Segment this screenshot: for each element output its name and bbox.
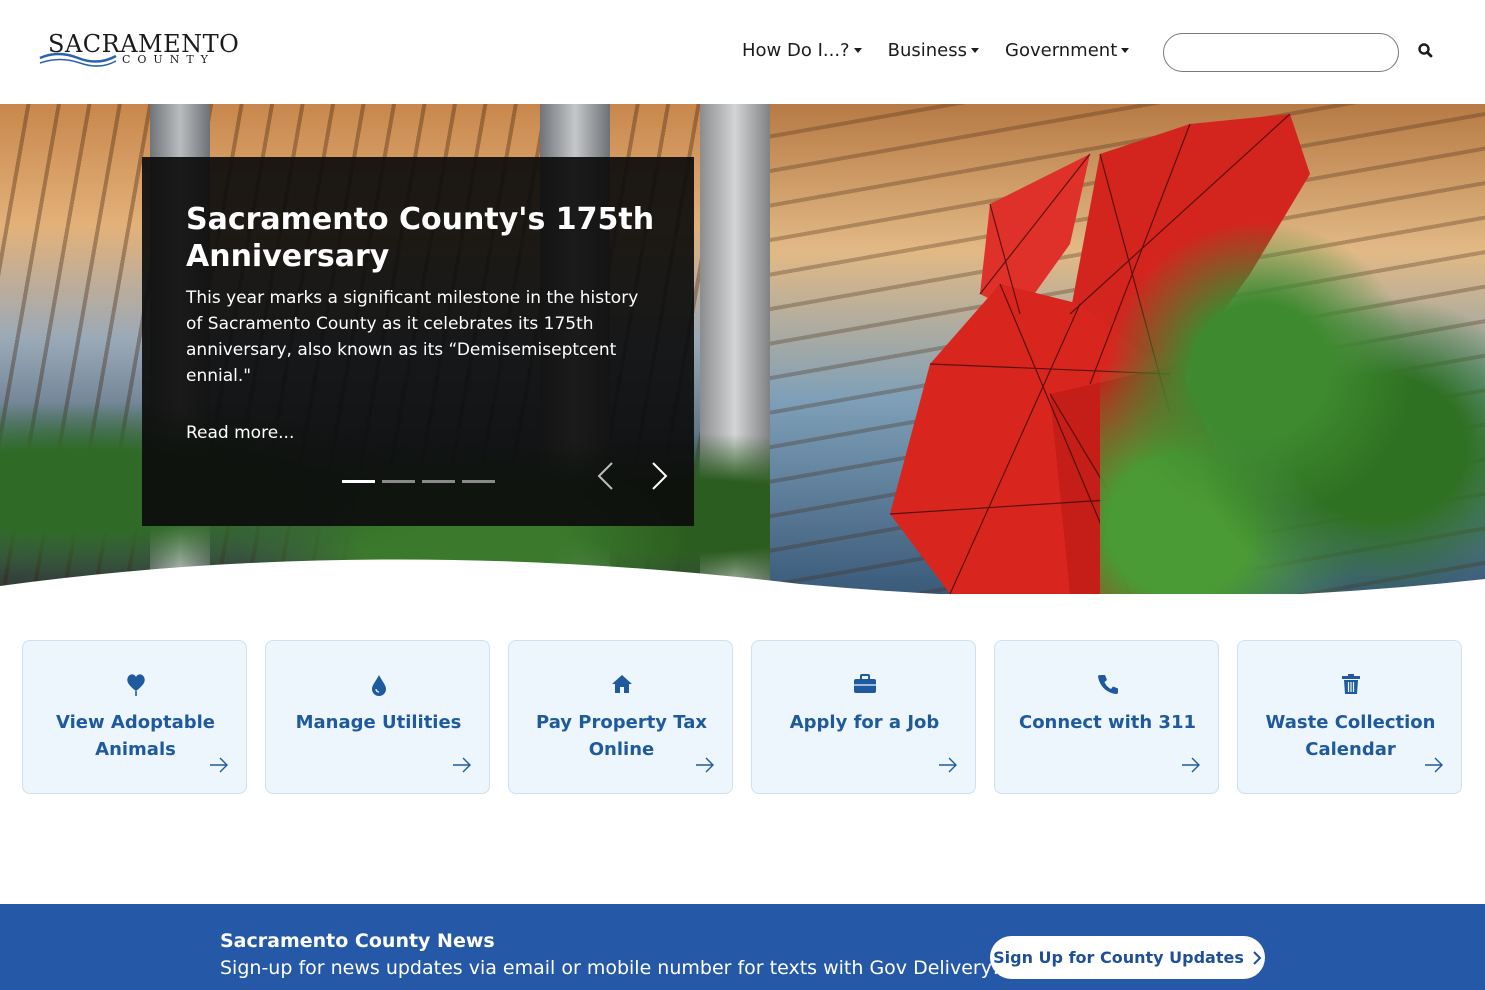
quicklink-label: Pay Property Tax Online — [535, 712, 708, 760]
arrow-right-icon — [453, 757, 471, 773]
main-nav: How Do I...? Business Government — [742, 40, 1130, 61]
caret-down-icon — [971, 48, 979, 53]
phone-icon — [1097, 675, 1118, 694]
quicklink-adoptable-animals[interactable]: View Adoptable Animals — [22, 640, 247, 794]
chevron-left-icon — [597, 462, 613, 490]
nav-how-do-i[interactable]: How Do I...? — [742, 40, 862, 61]
nav-label: Business — [887, 40, 967, 61]
site-header: SACRAMENTO COUNTY How Do I...? Business … — [0, 0, 1485, 104]
quicklink-label: Connect with 311 — [1018, 712, 1196, 733]
arrow-right-icon — [1182, 757, 1200, 773]
heart-balloon-icon — [126, 674, 145, 696]
nav-government[interactable]: Government — [1005, 40, 1130, 61]
quicklink-manage-utilities[interactable]: Manage Utilities — [265, 640, 490, 794]
nav-business[interactable]: Business — [888, 40, 979, 61]
arrow-right-icon — [939, 757, 957, 773]
chevron-right-icon — [1253, 950, 1262, 965]
house-icon — [611, 675, 632, 693]
quicklink-waste-calendar[interactable]: Waste Collection Calendar — [1237, 640, 1462, 794]
hero-wave-divider — [0, 559, 1485, 594]
quick-links: View Adoptable Animals Manage Utilities … — [22, 640, 1462, 794]
carousel-next-button[interactable] — [647, 459, 671, 493]
quicklink-apply-job[interactable]: Apply for a Job — [751, 640, 976, 794]
carousel-indicator-2[interactable] — [382, 480, 415, 483]
water-drop-icon — [371, 675, 386, 696]
carousel-indicators — [342, 480, 495, 483]
hero-caption: Sacramento County's 175th Anniversary Th… — [142, 157, 694, 526]
logo-word-county: COUNTY — [122, 53, 215, 66]
hero-carousel: Sacramento County's 175th Anniversary Th… — [0, 104, 1485, 594]
caret-down-icon — [1121, 48, 1130, 53]
sacramento-county-logo[interactable]: SACRAMENTO COUNTY — [38, 30, 239, 74]
search-icon — [1418, 42, 1433, 57]
carousel-indicator-3[interactable] — [422, 480, 455, 483]
search-button[interactable] — [1414, 40, 1438, 64]
sign-up-updates-button[interactable]: Sign Up for County Updates — [990, 936, 1265, 979]
caret-down-icon — [853, 48, 862, 53]
briefcase-icon — [853, 674, 876, 693]
arrow-right-icon — [1425, 757, 1443, 773]
nav-label: Government — [1005, 40, 1118, 61]
quicklink-property-tax[interactable]: Pay Property Tax Online — [508, 640, 733, 794]
sign-up-label: Sign Up for County Updates — [993, 948, 1244, 967]
logo-wave-icon — [39, 52, 117, 67]
quicklink-label: Manage Utilities — [295, 712, 462, 733]
hero-title: Sacramento County's 175th Anniversary — [186, 202, 655, 274]
carousel-indicator-4[interactable] — [462, 480, 495, 483]
nav-label: How Do I...? — [742, 40, 850, 61]
quicklink-connect-311[interactable]: Connect with 311 — [994, 640, 1219, 794]
trash-can-icon — [1341, 674, 1360, 694]
carousel-prev-button[interactable] — [594, 459, 618, 493]
arrow-right-icon — [210, 757, 228, 773]
quicklink-label: View Adoptable Animals — [56, 712, 215, 760]
quicklink-label: Waste Collection Calendar — [1265, 712, 1436, 760]
quicklink-label: Apply for a Job — [789, 712, 940, 733]
chevron-right-icon — [652, 462, 668, 490]
hero-text: This year marks a significant milestone … — [186, 288, 639, 386]
search-input[interactable] — [1163, 33, 1399, 72]
hero-image-red-rabbit — [770, 104, 1485, 594]
news-signup-band: Sacramento County News Sign-up for news … — [0, 904, 1485, 990]
news-title: Sacramento County News — [220, 930, 495, 952]
read-more-link[interactable]: Read more... — [186, 423, 294, 443]
arrow-right-icon — [696, 757, 714, 773]
news-text: Sign-up for news updates via email or mo… — [220, 957, 1000, 979]
carousel-indicator-1[interactable] — [342, 480, 375, 483]
